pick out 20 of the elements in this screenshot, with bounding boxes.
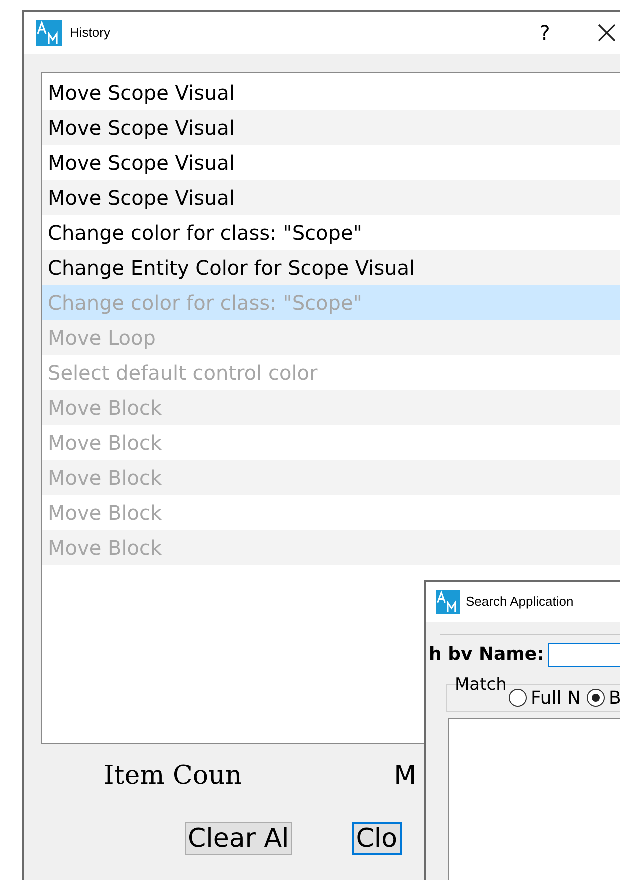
window-title: Search Application [466, 593, 574, 612]
group-label: Match [455, 674, 507, 697]
label-text: M [394, 760, 416, 792]
item-count-label: Item Coun [104, 760, 242, 792]
radio-label: Full N [531, 686, 581, 710]
dialog-button[interactable]: Clear Al [185, 822, 292, 855]
dialog-button[interactable]: Clo [352, 822, 402, 855]
name-label: h bv Name: [429, 643, 544, 667]
radio-label: B [608, 686, 620, 710]
radio-button[interactable] [509, 689, 527, 707]
history-item[interactable]: Change Entity Color for Scope Visual [42, 250, 620, 285]
close-icon[interactable] [598, 24, 616, 42]
history-item[interactable]: Move Scope Visual [42, 180, 620, 215]
radio-button[interactable] [586, 689, 605, 707]
history-item[interactable]: Move Scope Visual [42, 110, 620, 145]
window-title: History [70, 24, 110, 42]
app-logo-icon [436, 590, 460, 614]
name-field[interactable] [548, 642, 620, 666]
app-logo-icon [36, 20, 62, 46]
help-button[interactable]: ? [530, 18, 560, 48]
